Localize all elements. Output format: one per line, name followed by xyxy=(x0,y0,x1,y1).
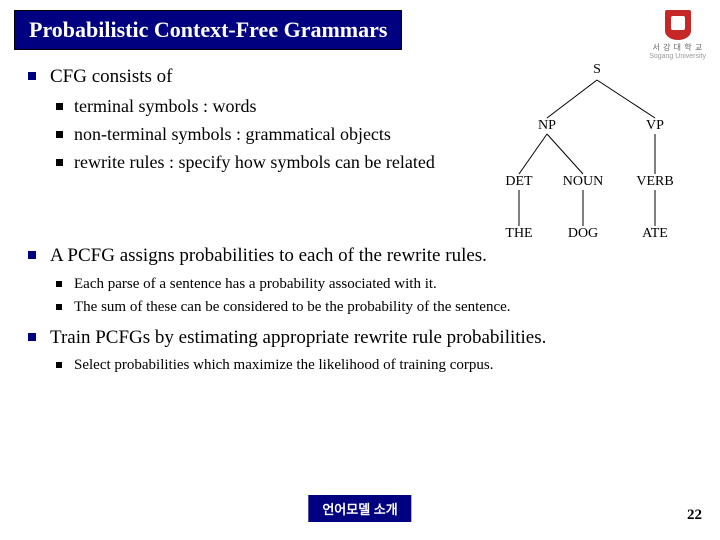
shield-icon xyxy=(665,10,691,40)
tree-node-vp: VP xyxy=(646,118,664,134)
bullet-text: Train PCFGs by estimating appropriate re… xyxy=(50,327,546,348)
tree-node-dog: DOG xyxy=(568,226,598,242)
tree-node-the: THE xyxy=(505,226,532,242)
tree-node-det: DET xyxy=(505,174,532,190)
page-number: 22 xyxy=(687,507,702,524)
sub-bullet-list: Each parse of a sentence has a probabili… xyxy=(50,273,706,320)
sub-bullet-item: Select probabilities which maximize the … xyxy=(50,354,706,377)
bullet-text: CFG consists of xyxy=(50,66,172,87)
bullet-item: Train PCFGs by estimating appropriate re… xyxy=(28,323,706,378)
logo-text-en: Sogang University xyxy=(649,53,706,60)
tree-node-s: S xyxy=(593,62,601,78)
tree-node-ate: ATE xyxy=(642,226,668,242)
sub-bullet-item: Each parse of a sentence has a probabili… xyxy=(50,273,706,296)
sub-bullet-list: Select probabilities which maximize the … xyxy=(50,354,706,377)
logo-text-kr: 서 강 대 학 교 xyxy=(649,42,706,53)
university-logo: 서 강 대 학 교 Sogang University xyxy=(649,10,706,60)
tree-lines xyxy=(495,62,700,252)
tree-node-verb: VERB xyxy=(636,174,673,190)
footer-label: 언어모델 소개 xyxy=(308,495,411,522)
sub-bullet-item: The sum of these can be considered to be… xyxy=(50,296,706,319)
tree-node-np: NP xyxy=(538,118,556,134)
bullet-text: A PCFG assigns probabilities to each of … xyxy=(50,245,487,266)
parse-tree-diagram: S NP VP DET NOUN VERB THE DOG ATE xyxy=(495,62,700,252)
slide-title: Probabilistic Context-Free Grammars xyxy=(14,10,402,50)
bullet-item: A PCFG assigns probabilities to each of … xyxy=(28,241,706,319)
tree-node-noun: NOUN xyxy=(563,174,603,190)
